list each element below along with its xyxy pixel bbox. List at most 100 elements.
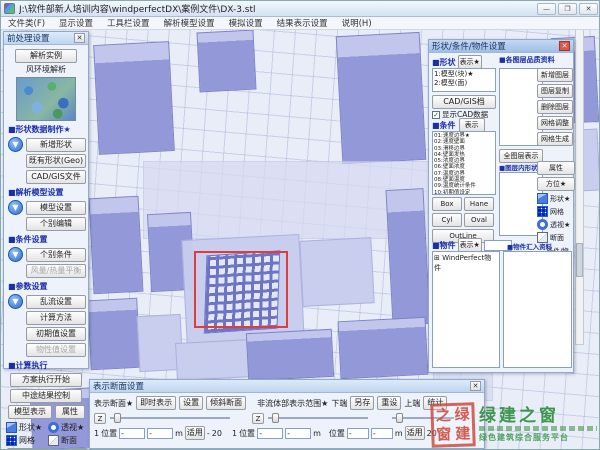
slider-track <box>268 417 368 419</box>
menu-item[interactable]: 文件类(F) <box>1 17 52 29</box>
reset-button[interactable]: 重设 <box>377 396 401 410</box>
slider-knob[interactable] <box>396 413 403 423</box>
tilt-section-button[interactable]: 倾斜断面 <box>206 396 246 410</box>
close-icon[interactable]: ✕ <box>579 3 598 15</box>
position-input[interactable] <box>257 428 283 439</box>
section-panel-titlebar[interactable]: 表示断面设置 ✕ <box>90 380 484 393</box>
unit-label: m <box>395 429 403 438</box>
model-settings-button[interactable]: 模型设置 <box>26 201 86 215</box>
building-block <box>336 32 427 164</box>
selection-rectangle <box>194 251 288 328</box>
existing-shape-button[interactable]: 既有形状(Geo) <box>26 154 86 168</box>
layer-button[interactable]: 网格调整 <box>537 116 573 130</box>
preprocess-panel-title: 前处理设置 <box>7 32 50 44</box>
layer-button[interactable]: 删除图层 <box>537 100 573 114</box>
calc-method-button[interactable]: 计算方法 <box>26 311 86 325</box>
maximize-icon[interactable]: ❐ <box>558 3 577 15</box>
menu-item[interactable]: 工具栏设置 <box>100 17 157 29</box>
shape-tool-button[interactable]: 形状★ <box>537 193 575 204</box>
z-axis-button[interactable]: Z <box>252 413 264 424</box>
lower-range-slider[interactable] <box>268 412 368 424</box>
layer-quality-label: ■各图层品质资料 <box>499 55 555 65</box>
hane-primitive-button[interactable]: Hane <box>464 197 494 211</box>
attribute-button[interactable]: 属性 <box>537 161 575 175</box>
initial-value-button[interactable]: 初期值设置 <box>26 327 86 341</box>
apply-button[interactable]: 适用 <box>185 426 205 440</box>
cad-gis-file-button[interactable]: CAD/GIS文件 <box>26 170 86 184</box>
set-button[interactable]: 设置 <box>179 396 203 410</box>
condition-show-button[interactable]: 表示 <box>459 118 485 132</box>
realtime-display-button[interactable]: 即时表示 <box>136 396 176 410</box>
vertical-scrollbar[interactable] <box>575 27 584 345</box>
position-input[interactable] <box>147 428 173 439</box>
position-input[interactable] <box>285 428 311 439</box>
perspective-tool-button[interactable]: 透视★ <box>537 219 575 230</box>
condition-list[interactable]: 01:速度边界★02:速度壁面03:滑移边界04:壁面发热05:浓度边界06:壁… <box>432 131 496 195</box>
shape-tool-button[interactable]: 形状★ <box>6 422 48 433</box>
object-tree[interactable]: ⊞ WindPerfect物件 <box>432 251 500 368</box>
shape-list[interactable]: 1:模型(块)★2:模型(面) <box>432 68 496 92</box>
section-slider[interactable] <box>110 412 230 424</box>
shape-list-item[interactable]: 1:模型(块)★ <box>434 70 494 79</box>
position-input[interactable] <box>119 428 145 439</box>
cad-gis-archive-button[interactable]: CAD/GIS档 <box>432 95 496 109</box>
position-input[interactable] <box>371 428 393 439</box>
down-arrow-icon: ▼ <box>8 247 23 262</box>
preprocess-panel-titlebar[interactable]: 前处理设置 ✕ <box>4 32 88 45</box>
object-import-list[interactable] <box>503 251 572 368</box>
attribute-button[interactable]: 属性 <box>55 405 85 419</box>
z-axis-button[interactable]: Z <box>94 413 106 424</box>
mid-result-button[interactable]: 中途结果控制 <box>10 389 82 403</box>
shape-show-button[interactable]: 表示★ <box>458 55 482 69</box>
section-model-settings: ■解析模型设置 <box>8 187 86 198</box>
slider-knob[interactable] <box>272 413 279 423</box>
apply-button[interactable]: 适用 <box>405 426 425 440</box>
condition-label: ■条件 <box>432 120 456 131</box>
layer-button[interactable]: 新增图层 <box>537 68 573 82</box>
building-block <box>338 317 429 380</box>
close-icon[interactable]: ✕ <box>470 381 481 391</box>
object-tree-root[interactable]: ⊞ WindPerfect物件 <box>434 254 491 272</box>
individual-edit-button[interactable]: 个别编辑 <box>26 217 86 231</box>
model-display-button[interactable]: 模型表示 <box>8 405 52 419</box>
scop-panel-titlebar[interactable]: 形状/条件/物件设置 ✕ <box>429 40 573 53</box>
oval-primitive-button[interactable]: Oval <box>464 213 494 227</box>
position-label: 位置 <box>329 428 345 439</box>
run-case-button[interactable]: 方案执行开始 <box>10 373 82 387</box>
grid-tool-button[interactable]: 网格 <box>537 206 575 217</box>
menu-item[interactable]: 结果表示设置 <box>270 17 335 29</box>
cyl-primitive-button[interactable]: Cyl <box>432 213 462 227</box>
grid-tool-button[interactable]: 网格 <box>6 435 48 446</box>
slider-knob[interactable] <box>114 413 121 423</box>
perspective-tool-button[interactable]: 透视★ <box>48 422 88 433</box>
menu-item[interactable]: 说明(H) <box>335 17 379 29</box>
condition-list-item[interactable]: 10:初期值设定 <box>434 190 494 195</box>
menu-item[interactable]: 显示设置 <box>52 17 100 29</box>
close-icon[interactable]: ✕ <box>559 41 570 51</box>
save-as-button[interactable]: 另存 <box>350 396 374 410</box>
menu-item[interactable]: 解析模型设置 <box>157 17 222 29</box>
position-input[interactable] <box>347 428 369 439</box>
new-shape-button[interactable]: 新增形状 <box>26 138 86 152</box>
layer-button[interactable]: 网格生成 <box>537 132 573 146</box>
scop-panel-title: 形状/条件/物件设置 <box>432 40 506 52</box>
menu-item[interactable]: 模拟设置 <box>222 17 270 29</box>
shape-label: ■形状 <box>432 57 456 68</box>
close-icon[interactable]: ✕ <box>74 33 85 43</box>
orientation-button[interactable]: 方位★ <box>537 177 575 191</box>
box-primitive-button[interactable]: Box <box>432 197 462 211</box>
layer-button[interactable]: 图层复制 <box>537 84 573 98</box>
minimize-icon[interactable]: — <box>537 3 556 15</box>
object-show-button[interactable]: 表示★ <box>458 238 482 252</box>
analysis-case-button[interactable]: 解析实例 <box>15 49 77 63</box>
shape-list-item[interactable]: 2:模型(面) <box>434 79 494 88</box>
turbulence-settings-button[interactable]: 乱流设置 <box>26 295 86 309</box>
watermark-subtitle: 绿色建筑综合服务平台 <box>479 432 597 443</box>
building-block <box>246 329 334 381</box>
nonfluid-range-label: 非流体部表示范围★ <box>257 398 328 409</box>
individual-condition-button[interactable]: 个别条件 <box>26 248 86 262</box>
scrollbar-thumb[interactable] <box>576 243 583 277</box>
section-panel-title: 表示断面设置 <box>93 380 144 392</box>
section-tool-button[interactable]: 断面 <box>48 435 88 446</box>
grid-icon <box>537 206 548 217</box>
